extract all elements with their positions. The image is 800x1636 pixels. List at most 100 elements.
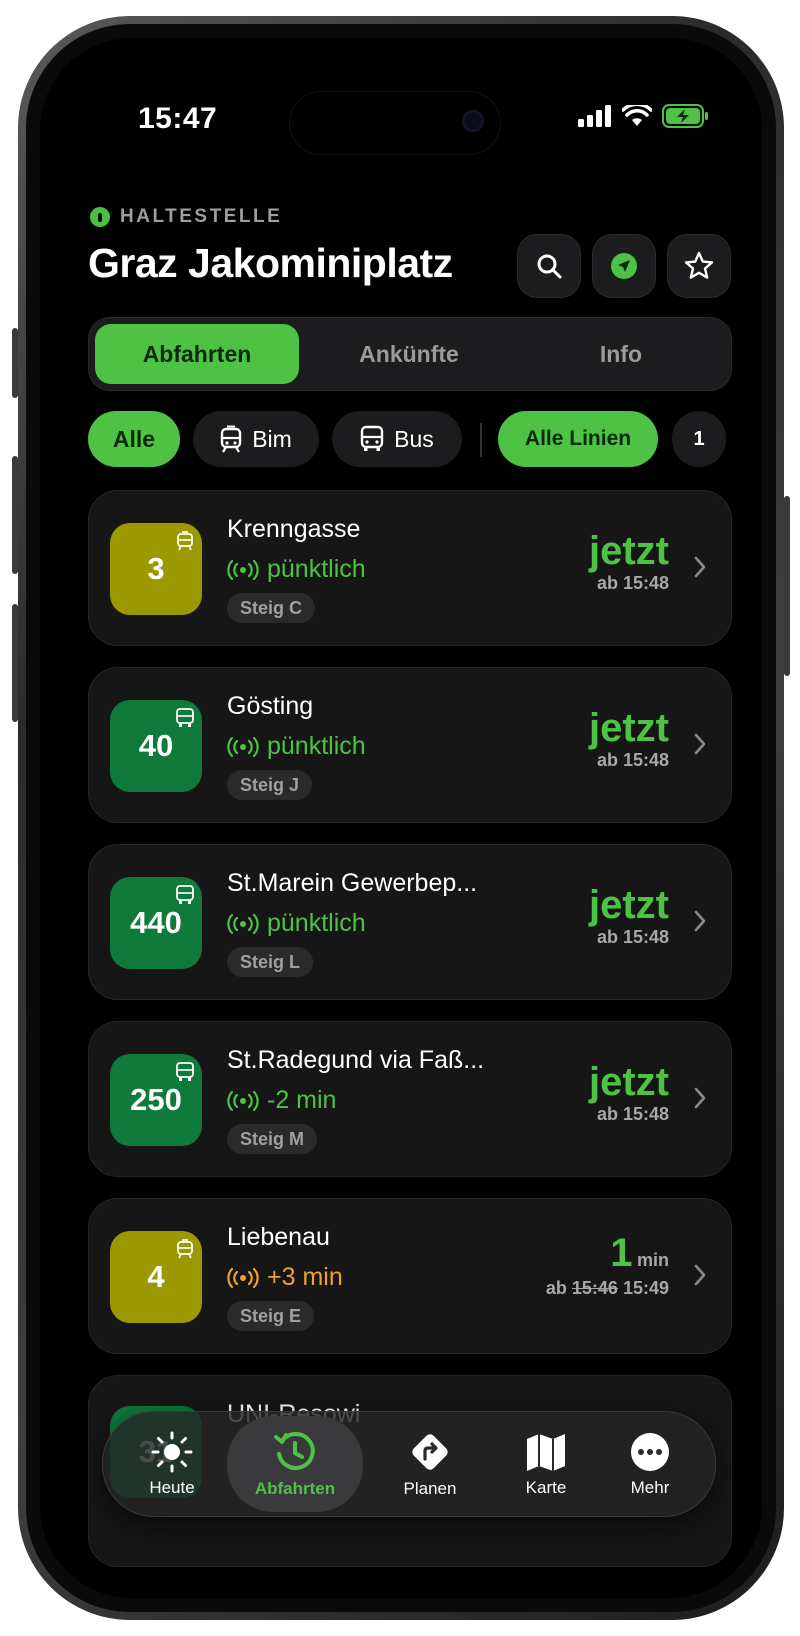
filter-all[interactable]: Alle <box>88 411 180 467</box>
status-icons <box>578 104 710 128</box>
departure-time: jetzt ab 15:48 <box>589 531 669 594</box>
power-button <box>784 496 790 676</box>
departure-time: 1 min ab 15:46 15:49 <box>546 1231 669 1299</box>
view-segmented-control: Abfahrten Ankünfte Info <box>88 317 732 391</box>
tab-abfahrten[interactable]: Abfahrten <box>95 324 299 384</box>
filter-divider <box>480 423 482 457</box>
tram-icon <box>177 531 193 551</box>
departure-card[interactable]: 250 St.Radegund via Faß... -2 min Steig … <box>88 1021 732 1177</box>
realtime-signal-icon <box>227 913 259 934</box>
status-label: pünktlich <box>267 555 366 583</box>
bus-icon <box>176 708 194 727</box>
realtime-signal-icon <box>227 1267 259 1288</box>
scheduled-time: ab 15:48 <box>596 927 669 947</box>
departure-now: jetzt <box>589 1060 669 1104</box>
chevron-right-icon <box>694 733 706 755</box>
tab-planen[interactable]: Planen <box>371 1416 489 1512</box>
status-label: pünktlich <box>267 732 366 760</box>
filter-lines[interactable]: Alle Linien <box>498 411 658 467</box>
filter-bus-label: Bus <box>394 425 434 452</box>
tab-mehr-label: Mehr <box>630 1478 670 1497</box>
filter-tram-label: Bim <box>252 425 292 452</box>
departure-card[interactable]: 4 Liebenau +3 min Steig E 1 min ab 15:46… <box>88 1198 732 1354</box>
destination: St.Radegund via Faß... <box>227 1046 485 1074</box>
chevron-right-icon <box>694 1264 706 1286</box>
volume-up-button <box>12 456 18 574</box>
tab-info[interactable]: Info <box>519 324 723 384</box>
tab-heute[interactable]: Heute <box>113 1416 231 1512</box>
sun-icon <box>151 1431 193 1473</box>
battery-charging-icon <box>662 104 708 128</box>
line-number: 40 <box>138 728 174 763</box>
scheduled-time: ab 15:48 <box>596 1104 669 1124</box>
line-badge: 440 <box>110 877 202 969</box>
tab-planen-label: Planen <box>403 1479 457 1498</box>
pin-icon <box>90 207 110 227</box>
mute-switch <box>12 328 18 398</box>
ab-prefix: ab <box>545 1278 567 1298</box>
line-badge: 4 <box>110 1231 202 1323</box>
volume-down-button <box>12 604 18 722</box>
line-badge: 40 <box>110 700 202 792</box>
search-button[interactable] <box>517 234 581 298</box>
phone-frame: 15:47 HALTESTELLE Graz Jakominiplatz Abf… <box>12 16 790 1620</box>
locate-button[interactable] <box>592 234 656 298</box>
eyebrow-label: HALTESTELLE <box>120 206 283 227</box>
chevron-right-icon <box>694 556 706 578</box>
line-number: 4 <box>147 1259 165 1294</box>
dynamic-island <box>290 92 500 154</box>
realtime-status: +3 min <box>227 1263 343 1292</box>
route-sign-icon <box>412 1434 448 1470</box>
bottom-tab-bar: Heute Abfahrten Planen Karte Mehr <box>102 1411 716 1517</box>
minutes-value: 1 <box>610 1231 633 1275</box>
tab-mehr[interactable]: Mehr <box>591 1416 709 1512</box>
favorite-button[interactable] <box>667 234 731 298</box>
realtime-signal-icon <box>227 559 259 580</box>
departure-card[interactable]: 40 Gösting pünktlich Steig J jetzt ab 15… <box>88 667 732 823</box>
departure-time: jetzt ab 15:48 <box>589 885 669 948</box>
tab-karte[interactable]: Karte <box>487 1416 605 1512</box>
tram-icon <box>177 1239 193 1259</box>
platform-badge: Steig E <box>227 1301 315 1331</box>
filter-count-badge[interactable]: 1 <box>672 411 726 467</box>
realtime-status: pünktlich <box>227 732 366 761</box>
chevron-right-icon <box>694 1087 706 1109</box>
departure-card[interactable]: 440 St.Marein Gewerbep... pünktlich Stei… <box>88 844 732 1000</box>
camera-icon <box>462 110 484 132</box>
filter-bus[interactable]: Bus <box>332 411 462 467</box>
line-number: 250 <box>130 1082 182 1117</box>
filter-tram[interactable]: Bim <box>193 411 319 467</box>
realtime-signal-icon <box>227 1090 259 1111</box>
filter-bar: Alle Bim Bus Alle Linien 1 <box>40 411 762 469</box>
bus-icon <box>176 1062 194 1081</box>
status-label: +3 min <box>267 1263 343 1291</box>
departure-now: jetzt <box>589 883 669 927</box>
page-title: Graz Jakominiplatz <box>88 240 453 286</box>
line-badge: 3 <box>110 523 202 615</box>
line-badge: 250 <box>110 1054 202 1146</box>
tab-heute-label: Heute <box>149 1478 195 1497</box>
tab-ankuenfte[interactable]: Ankünfte <box>307 324 511 384</box>
map-icon <box>527 1434 565 1471</box>
departure-card[interactable]: 3 Krenngasse pünktlich Steig C jetzt ab … <box>88 490 732 646</box>
realtime-status: pünktlich <box>227 909 366 938</box>
platform-badge: Steig M <box>227 1124 318 1154</box>
scheduled-time: ab 15:48 <box>596 750 669 770</box>
departure-time: jetzt ab 15:48 <box>589 708 669 771</box>
destination: St.Marein Gewerbep... <box>227 869 478 897</box>
tab-abfahrten-nav[interactable]: Abfahrten <box>227 1416 363 1512</box>
location-arrow-icon <box>611 253 637 279</box>
line-number: 3 <box>147 551 165 586</box>
more-icon <box>631 1433 669 1471</box>
bus-icon <box>360 425 384 451</box>
scheduled-time: ab 15:46 15:49 <box>546 1278 669 1299</box>
status-time: 15:47 <box>138 102 218 135</box>
search-icon <box>537 254 562 279</box>
tab-karte-label: Karte <box>525 1478 567 1497</box>
departure-time: jetzt ab 15:48 <box>589 1062 669 1125</box>
realtime-status: pünktlich <box>227 555 366 584</box>
bezel: 15:47 HALTESTELLE Graz Jakominiplatz Abf… <box>26 24 776 1612</box>
clock-history-icon <box>274 1432 315 1471</box>
departure-now: jetzt <box>589 706 669 750</box>
stop-eyebrow: HALTESTELLE <box>90 206 282 228</box>
